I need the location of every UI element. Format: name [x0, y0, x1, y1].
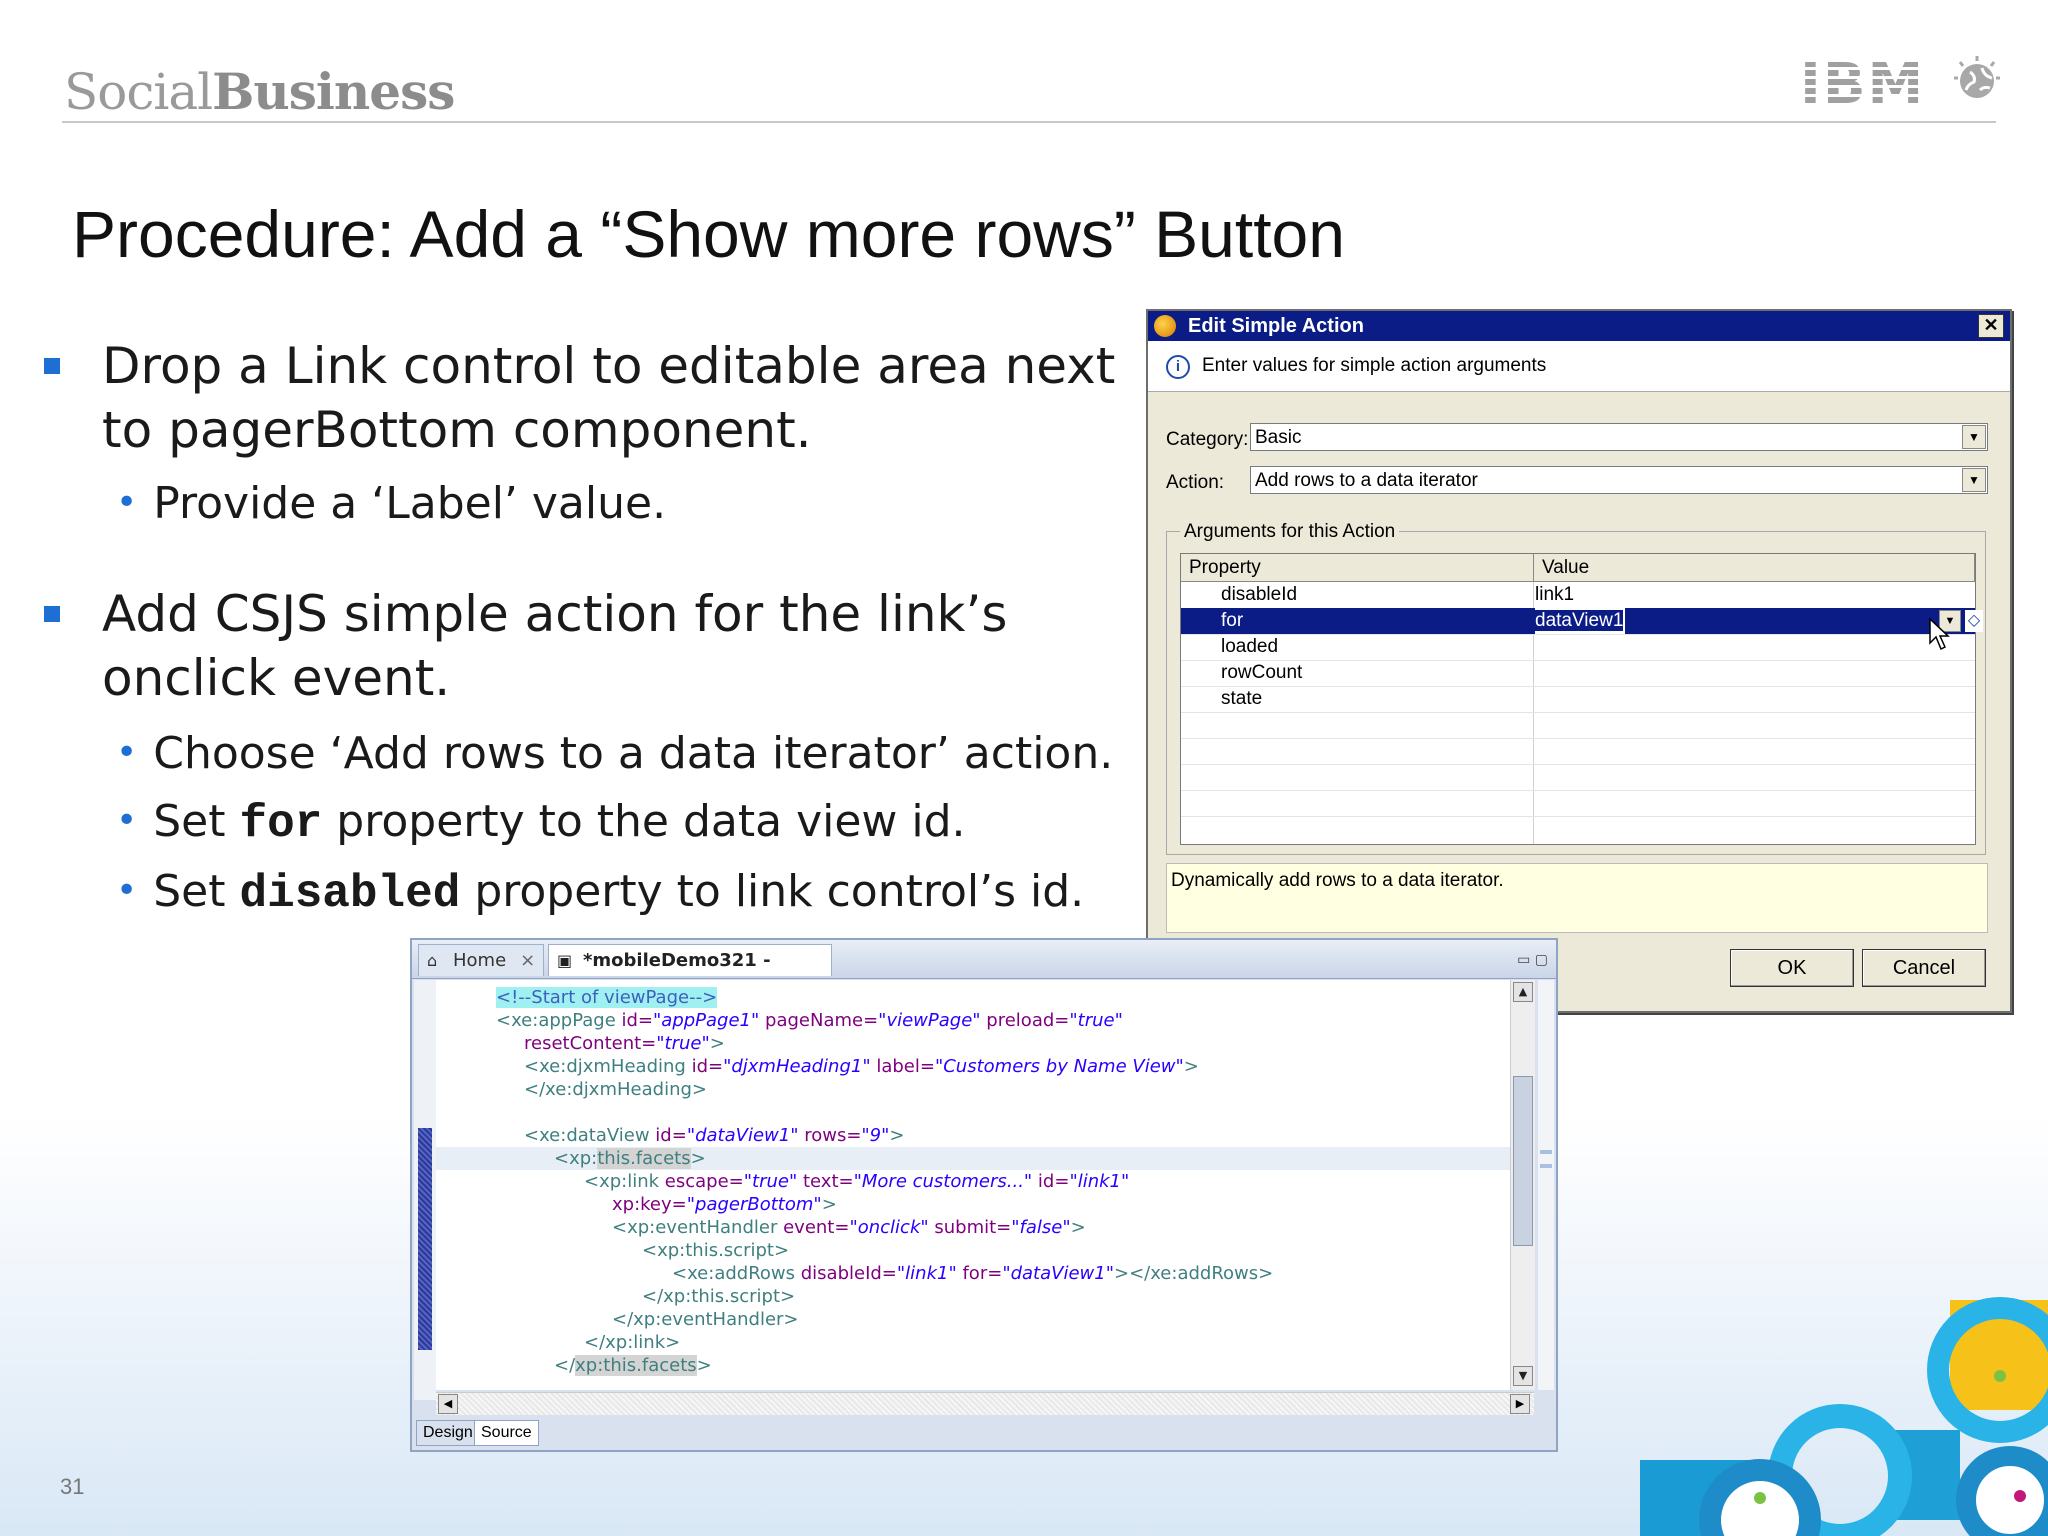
close-button[interactable]: ✕: [1978, 314, 2004, 338]
window-controls[interactable]: ▭ ▢: [1517, 952, 1548, 968]
table-row[interactable]: loaded: [1181, 634, 1975, 661]
tab-design[interactable]: Design: [416, 1420, 480, 1446]
column-header-value[interactable]: Value: [1534, 554, 1975, 582]
bullet-2-text: Add CSJS simple action for the link’s on…: [102, 585, 1008, 707]
code-line: <xe:djxmHeading id="djxmHeading1" label=…: [524, 1056, 1199, 1077]
scroll-up-icon[interactable]: ▲: [1513, 982, 1533, 1002]
page-number: 31: [60, 1474, 85, 1499]
tab-mobiledemo321[interactable]: ▣ *mobileDemo321 - XPage×: [548, 944, 832, 1003]
code-line: <xp:this.script>: [642, 1240, 790, 1261]
bullet-dot-icon: •: [116, 482, 138, 523]
cancel-button[interactable]: Cancel: [1862, 949, 1986, 987]
slide-title: Procedure: Add a “Show more rows” Button: [72, 197, 1345, 271]
sub-bullet-text: Choose ‘Add rows to a data iterator’ act…: [153, 728, 1114, 779]
category-label: Category:: [1166, 429, 1249, 450]
code-line: </xe:djxmHeading>: [524, 1079, 707, 1100]
table-row-empty: [1181, 790, 1975, 817]
arguments-table: Property Value disableId link1 for dataV…: [1180, 553, 1983, 845]
tab-home[interactable]: ⌂ Home ×: [418, 944, 544, 976]
bullet-dot-icon: •: [116, 732, 138, 773]
ruler-mark: [1540, 1164, 1552, 1168]
action-description: Dynamically add rows to a data iterator.: [1166, 863, 1988, 933]
info-icon: i: [1166, 355, 1190, 379]
code-line: <!--Start of viewPage-->: [496, 987, 718, 1008]
code-line: <xp:link escape="true" text="More custom…: [584, 1171, 1130, 1192]
ok-button[interactable]: OK: [1730, 949, 1854, 987]
bullet-square-icon: [44, 606, 60, 622]
scroll-right-icon[interactable]: ▶: [1510, 1394, 1530, 1414]
code-line: <xe:addRows disableId="link1" for="dataV…: [672, 1263, 1274, 1284]
table-row[interactable]: rowCount: [1181, 660, 1975, 687]
compute-value-icon[interactable]: ◇: [1965, 610, 1983, 632]
table-row[interactable]: disableId link1: [1181, 582, 1975, 609]
sub-bullet-text: Provide a ‘Label’ value.: [153, 478, 667, 529]
tab-source[interactable]: Source: [474, 1420, 539, 1446]
code-line: xp:key="pagerBottom">: [612, 1194, 837, 1215]
table-row-empty: [1181, 712, 1975, 739]
code-line: <xe:appPage id="appPage1" pageName="view…: [496, 1010, 1123, 1031]
scroll-left-icon[interactable]: ◀: [438, 1394, 458, 1414]
category-select[interactable]: Basic ▼: [1250, 423, 1988, 451]
sub-bullet-2-2: • Set for property to the data view id.: [116, 796, 966, 850]
code-area[interactable]: <!--Start of viewPage--> <xe:appPage id=…: [436, 980, 1518, 1390]
header-divider: [62, 121, 1996, 123]
action-select[interactable]: Add rows to a data iterator ▼: [1250, 466, 1988, 494]
bullet-dot-icon: •: [116, 870, 138, 911]
arguments-group-label: Arguments for this Action: [1180, 521, 1400, 543]
sub-bullet-1-1: • Provide a ‘Label’ value.: [116, 478, 666, 529]
code-keyword: disabled: [239, 868, 461, 920]
sub-bullet-2-1: • Choose ‘Add rows to a data iterator’ ac…: [116, 728, 1113, 779]
code-keyword: for: [239, 798, 323, 850]
edit-simple-action-dialog: Edit Simple Action ✕ i Enter values for …: [1146, 309, 2012, 1013]
decorative-circles: [1640, 1297, 2048, 1536]
bullet-1-text: Drop a Link control to editable area nex…: [102, 337, 1116, 459]
brand-logo-socialbusiness: SocialBusiness: [64, 62, 455, 121]
action-icon: [1154, 315, 1176, 337]
bullet-dot-icon: •: [116, 800, 138, 841]
chevron-down-icon[interactable]: ▼: [1962, 468, 1986, 492]
code-line: </xp:this.script>: [642, 1286, 796, 1307]
dialog-message: i Enter values for simple action argumen…: [1148, 341, 2010, 392]
globe-icon: [1954, 56, 2000, 98]
value-input[interactable]: dataView1: [1535, 608, 1626, 634]
mouse-cursor-icon: [1929, 617, 1950, 651]
bullet-square-icon: [44, 358, 60, 374]
ruler-mark: [1540, 1150, 1552, 1154]
dialog-title: Edit Simple Action: [1188, 315, 1364, 337]
dialog-title-bar[interactable]: Edit Simple Action ✕: [1148, 311, 2010, 341]
horizontal-scrollbar[interactable]: ◀ ▶: [436, 1392, 1534, 1415]
editor-tab-bar: ⌂ Home× ▣ *mobileDemo321 - XPage× ▭ ▢: [412, 940, 1556, 1003]
code-line-current: <xp:this.facets>: [436, 1147, 1518, 1170]
table-row-selected[interactable]: for dataView1 ▼ ◇: [1181, 608, 1983, 635]
bullet-1: Drop a Link control to editable area nex…: [44, 334, 1162, 462]
bullet-2: Add CSJS simple action for the link’s on…: [44, 582, 1162, 710]
vertical-scrollbar[interactable]: ▲ ▼: [1510, 980, 1535, 1390]
change-marker: [418, 1128, 432, 1350]
chevron-down-icon[interactable]: ▼: [1962, 425, 1986, 449]
code-line: <xp:eventHandler event="onclick" submit=…: [612, 1217, 1086, 1238]
xpage-file-icon: ▣: [557, 951, 573, 970]
scroll-down-icon[interactable]: ▼: [1513, 1366, 1533, 1386]
ibm-logo: IBM: [1800, 52, 1926, 117]
close-icon[interactable]: ×: [520, 950, 535, 971]
code-line: <xe:dataView id="dataView1" rows="9">: [524, 1125, 905, 1146]
editor-gutter: [414, 980, 436, 1400]
xpage-source-editor: ⌂ Home× ▣ *mobileDemo321 - XPage× ▭ ▢ <!…: [410, 938, 1558, 1452]
sub-bullet-2-3: • Set disabled property to link control’s…: [116, 866, 1085, 920]
code-line: resetContent="true">: [524, 1033, 725, 1054]
table-row-empty: [1181, 764, 1975, 791]
overview-ruler: [1538, 980, 1554, 1390]
home-icon: ⌂: [427, 951, 438, 970]
code-line: </xp:eventHandler>: [612, 1309, 799, 1330]
table-row[interactable]: state: [1181, 686, 1975, 713]
code-line: </xp:this.facets>: [554, 1355, 712, 1376]
action-label: Action:: [1166, 472, 1225, 493]
code-line: </xp:link>: [584, 1332, 681, 1353]
table-row-empty: [1181, 738, 1975, 765]
column-header-property[interactable]: Property: [1181, 554, 1534, 582]
scrollbar-thumb[interactable]: [1513, 1076, 1533, 1246]
